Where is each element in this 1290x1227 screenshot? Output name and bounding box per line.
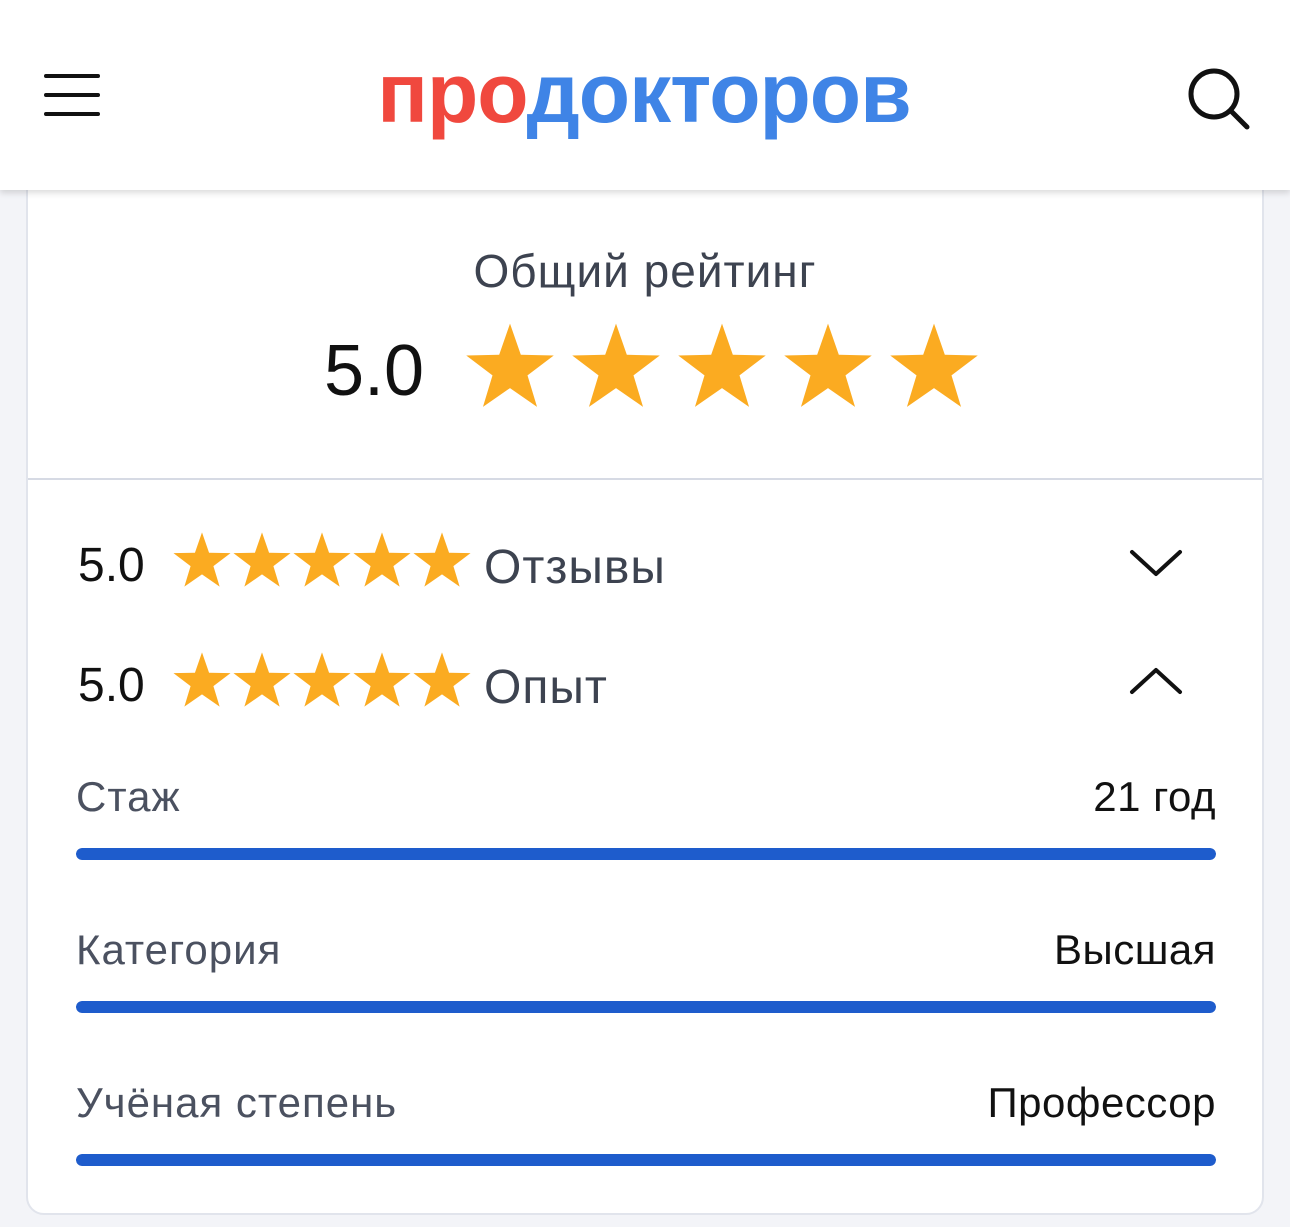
chevron-up-icon[interactable] (1128, 662, 1184, 702)
star-icon (173, 652, 231, 707)
search-icon[interactable] (1182, 62, 1254, 134)
logo-part-doctors: докторов (526, 46, 911, 140)
star-icon (233, 532, 291, 587)
rating-row-stars (172, 650, 472, 710)
rating-row-label: Отзывы (484, 541, 666, 594)
star-icon (413, 532, 471, 587)
logo-part-pro: про (377, 46, 527, 140)
overall-rating-score: 5.0 (324, 331, 425, 411)
metric-value: 21 год (1093, 773, 1216, 820)
metric-value: Профессор (987, 1079, 1216, 1126)
metric-label: Стаж (76, 773, 181, 820)
divider (28, 478, 1262, 480)
metric-experience-years: Стаж 21 год (76, 772, 1216, 872)
star-icon (572, 323, 660, 407)
rating-row-experience[interactable]: 5.0 Опыт (78, 650, 1218, 720)
star-icon (353, 652, 411, 707)
metric-value: Высшая (1054, 926, 1216, 973)
metric-progress-fill (76, 1154, 1216, 1166)
star-icon (293, 532, 351, 587)
star-icon (466, 323, 554, 407)
rating-row-stars (172, 530, 472, 590)
star-icon (353, 532, 411, 587)
logo[interactable]: продокторов (364, 48, 924, 138)
star-icon (413, 652, 471, 707)
metric-progress-bar (76, 1154, 1216, 1166)
metric-progress-bar (76, 1001, 1216, 1013)
overall-rating-stars (464, 320, 994, 412)
metric-label: Категория (76, 926, 282, 973)
menu-icon[interactable] (44, 74, 100, 116)
metric-progress-fill (76, 1001, 1216, 1013)
star-icon (784, 323, 872, 407)
rating-row-score: 5.0 (78, 659, 145, 712)
star-icon (233, 652, 291, 707)
menu-line (44, 74, 100, 78)
metric-label: Учёная степень (76, 1079, 398, 1126)
star-icon (173, 532, 231, 587)
chevron-down-icon[interactable] (1128, 542, 1184, 582)
metric-academic-degree: Учёная степень Профессор (76, 1078, 1216, 1178)
overall-rating-title: Общий рейтинг (473, 245, 817, 297)
metric-progress-bar (76, 848, 1216, 860)
rating-row-reviews[interactable]: 5.0 Отзывы (78, 530, 1218, 600)
rating-card: Общий рейтинг 5.0 5.0 Отзывы 5.0 Опыт Ст… (26, 170, 1264, 1215)
star-icon (293, 652, 351, 707)
menu-line (44, 93, 100, 97)
menu-line (44, 112, 100, 116)
star-icon (890, 323, 978, 407)
metric-category: Категория Высшая (76, 925, 1216, 1025)
rating-row-score: 5.0 (78, 539, 145, 592)
top-header: продокторов (0, 0, 1290, 190)
rating-row-label: Опыт (484, 661, 608, 714)
star-icon (678, 323, 766, 407)
metric-progress-fill (76, 848, 1216, 860)
